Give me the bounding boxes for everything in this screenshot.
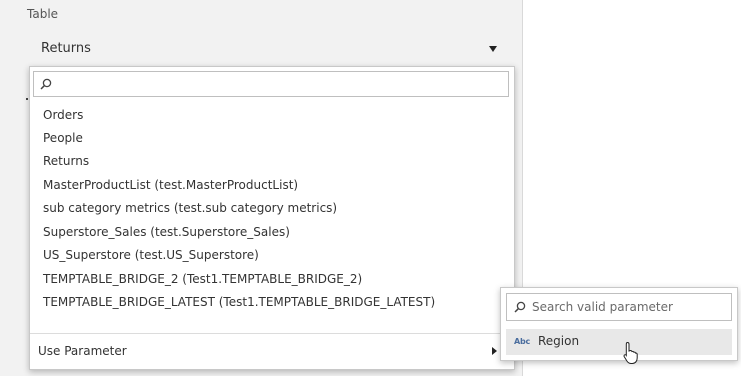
table-option-label: People xyxy=(43,131,83,145)
menu-divider xyxy=(30,333,514,334)
use-parameter-label: Use Parameter xyxy=(38,344,127,358)
table-option-masterproductlist[interactable]: MasterProductList (test.MasterProductLis… xyxy=(30,174,514,196)
chevron-right-icon xyxy=(492,347,497,355)
table-option-label: MasterProductList (test.MasterProductLis… xyxy=(43,178,299,192)
table-select-value: Returns xyxy=(41,41,91,56)
parameter-submenu: Abc Region xyxy=(500,287,738,361)
search-icon xyxy=(40,78,52,90)
panel-marker xyxy=(26,98,28,100)
table-option-temptable-bridge-latest[interactable]: TEMPTABLE_BRIDGE_LATEST (Test1.TEMPTABLE… xyxy=(30,291,514,313)
table-dropdown-menu: Orders People Returns MasterProductList … xyxy=(29,66,515,370)
mouse-cursor-icon xyxy=(623,341,639,365)
table-option-sub-category-metrics[interactable]: sub category metrics (test.sub category … xyxy=(30,197,514,219)
table-option-label: Superstore_Sales (test.Superstore_Sales) xyxy=(43,225,290,239)
table-section-label: Table xyxy=(27,7,59,21)
table-search-input[interactable] xyxy=(56,74,504,94)
parameter-search-field[interactable] xyxy=(506,293,732,321)
table-option-superstore-sales[interactable]: Superstore_Sales (test.Superstore_Sales) xyxy=(30,221,514,243)
parameter-search-input[interactable] xyxy=(532,297,727,317)
search-icon xyxy=(514,301,526,313)
table-option-label: TEMPTABLE_BRIDGE_2 (Test1.TEMPTABLE_BRID… xyxy=(43,272,363,286)
table-option-label: US_Superstore (test.US_Superstore) xyxy=(43,248,259,262)
table-option-us-superstore[interactable]: US_Superstore (test.US_Superstore) xyxy=(30,244,514,266)
table-option-label: TEMPTABLE_BRIDGE_LATEST (Test1.TEMPTABLE… xyxy=(43,295,436,309)
parameter-option-region[interactable]: Abc Region xyxy=(506,329,732,355)
table-option-label: Returns xyxy=(43,154,90,168)
table-search-field[interactable] xyxy=(33,71,509,97)
use-parameter-menu-item[interactable]: Use Parameter xyxy=(30,339,514,363)
table-option-returns[interactable]: Returns xyxy=(30,150,514,172)
table-option-temptable-bridge-2[interactable]: TEMPTABLE_BRIDGE_2 (Test1.TEMPTABLE_BRID… xyxy=(30,268,514,290)
table-option-people[interactable]: People xyxy=(30,127,514,149)
table-option-label: Orders xyxy=(43,108,84,122)
chevron-down-icon[interactable] xyxy=(489,46,497,52)
parameter-option-label: Region xyxy=(538,334,580,348)
string-type-icon: Abc xyxy=(514,337,531,346)
table-select[interactable]: Returns xyxy=(28,35,514,63)
table-option-orders[interactable]: Orders xyxy=(30,104,514,126)
table-option-label: sub category metrics (test.sub category … xyxy=(43,201,338,215)
